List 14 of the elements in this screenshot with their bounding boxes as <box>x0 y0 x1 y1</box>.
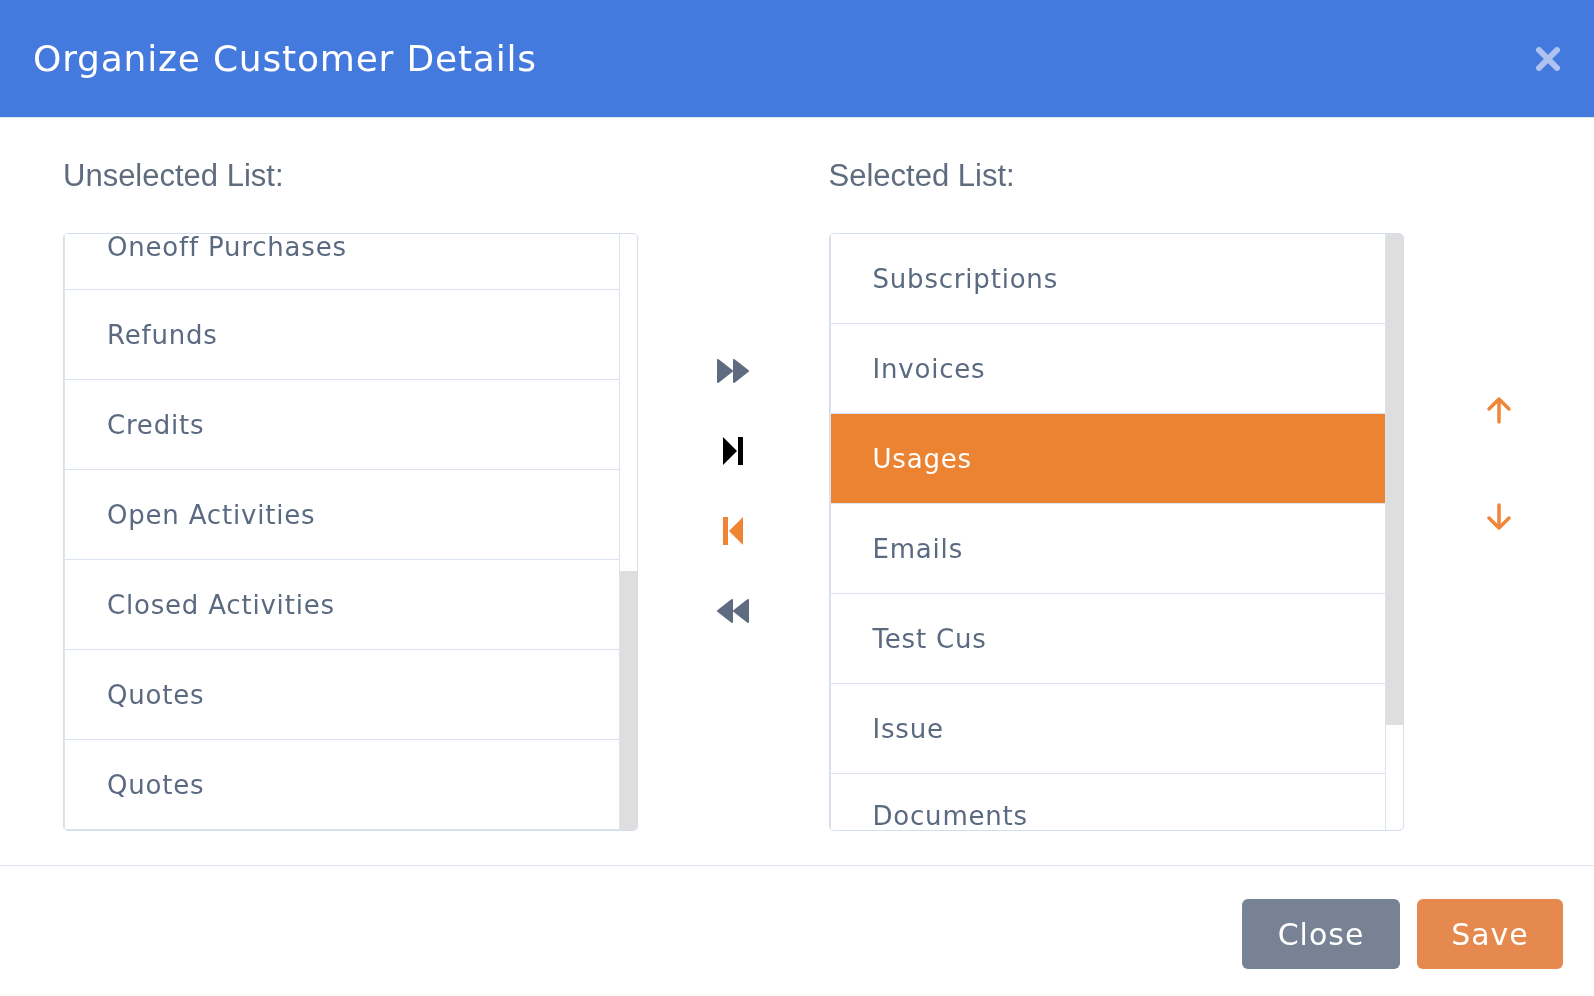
fast-forward-icon[interactable] <box>717 359 750 383</box>
list-item[interactable]: Oneoff Purchases <box>65 234 619 290</box>
skip-forward-icon[interactable] <box>723 437 744 465</box>
rewind-icon[interactable] <box>717 599 750 623</box>
scrollbar-thumb[interactable] <box>1386 234 1404 725</box>
arrow-up-icon[interactable] <box>1485 396 1514 424</box>
skip-back-icon[interactable] <box>723 517 744 545</box>
close-button[interactable]: Close <box>1242 899 1400 969</box>
arrow-down-icon[interactable] <box>1485 503 1514 531</box>
list-item[interactable]: Subscriptions <box>830 234 1386 324</box>
close-icon[interactable] <box>1536 46 1560 71</box>
dialog-title: Organize Customer Details <box>33 36 537 81</box>
list-label: Selected List: <box>828 158 1016 194</box>
list-label: Unselected List: <box>63 158 285 194</box>
